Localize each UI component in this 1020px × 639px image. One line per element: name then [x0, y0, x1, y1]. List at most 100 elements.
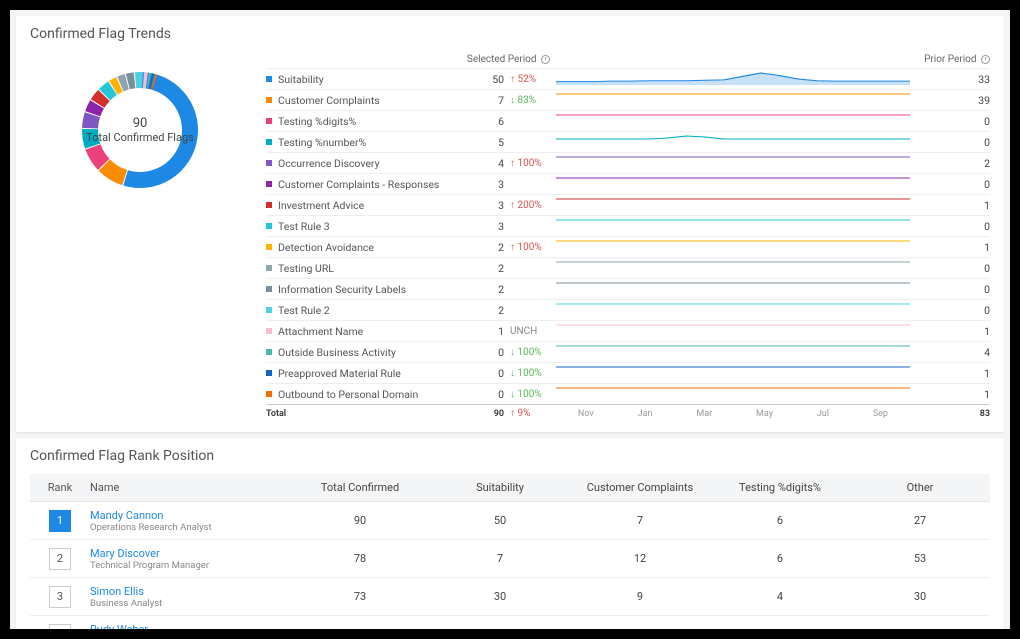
trend-name: Test Rule 2: [278, 304, 330, 317]
header-c2: Customer Complaints: [570, 481, 710, 494]
color-swatch: [266, 370, 272, 376]
trend-row[interactable]: Testing %digits%60: [266, 110, 990, 131]
trend-row[interactable]: Testing %number%50: [266, 131, 990, 152]
trend-name: Outbound to Personal Domain: [278, 388, 418, 401]
axis-label: Sep: [873, 409, 888, 419]
header-c3: Testing %digits%: [710, 481, 850, 494]
donut-chart[interactable]: 90 Total Confirmed Flags: [70, 60, 210, 200]
trends-title: Confirmed Flag Trends: [16, 16, 1004, 46]
sparkline: [556, 323, 910, 339]
rank-header-row: Rank Name Total Confirmed Suitability Cu…: [30, 474, 990, 502]
total-label: Total: [266, 409, 456, 419]
header-rank: Rank: [30, 481, 90, 494]
rank-cell-c2: 25: [570, 628, 710, 629]
trend-name: Test Rule 3: [278, 220, 330, 233]
rank-row[interactable]: 4Rudy WeberAccount Executive38225110: [30, 616, 990, 629]
trend-row[interactable]: Customer Complaints - Responses30: [266, 173, 990, 194]
prior-value: 0: [910, 115, 990, 128]
color-swatch: [266, 139, 272, 145]
axis-label: Jul: [817, 409, 829, 419]
prior-value: 1: [910, 367, 990, 380]
rank-badge[interactable]: 2: [49, 548, 71, 570]
selected-value: 1: [456, 325, 504, 338]
trend-row[interactable]: Occurrence Discovery4100%2: [266, 152, 990, 173]
header-selected: Selected Period: [456, 54, 556, 65]
rank-cell-c3: 1: [710, 628, 850, 629]
selected-value: 4: [456, 157, 504, 170]
rank-row[interactable]: 3Simon EllisBusiness Analyst73309430: [30, 578, 990, 616]
selected-value: 0: [456, 388, 504, 401]
selected-value: 2: [456, 304, 504, 317]
rank-badge[interactable]: 4: [49, 624, 71, 630]
person-name[interactable]: Simon Ellis: [90, 585, 290, 598]
axis-label: Mar: [696, 409, 712, 419]
person-name[interactable]: Rudy Weber: [90, 623, 290, 630]
total-selected: 90: [456, 409, 504, 419]
total-prior: 83: [910, 409, 990, 419]
delta-value: 52%: [504, 74, 556, 85]
rank-cell-c1: 7: [430, 552, 570, 565]
trend-row[interactable]: Outside Business Activity0100%4: [266, 341, 990, 362]
color-swatch: [266, 223, 272, 229]
color-swatch: [266, 76, 272, 82]
delta-value: 100%: [504, 347, 556, 358]
selected-value: 2: [456, 262, 504, 275]
total-delta: 9%: [504, 408, 556, 419]
delta-value: 200%: [504, 200, 556, 211]
rank-cell-c4: 53: [850, 552, 990, 565]
trend-row[interactable]: Outbound to Personal Domain 0100% 1: [266, 383, 990, 404]
sparkline: [556, 176, 910, 192]
trends-header-row: Selected Period Prior Period: [266, 54, 990, 68]
color-swatch: [266, 118, 272, 124]
rank-cell-c2: 7: [570, 514, 710, 527]
prior-value: 1: [910, 388, 990, 401]
rank-badge[interactable]: 3: [49, 586, 71, 608]
prior-value: 0: [910, 220, 990, 233]
trends-table: Selected Period Prior Period Suitability…: [266, 54, 990, 422]
trend-row[interactable]: Testing URL20: [266, 257, 990, 278]
sparkline: [556, 344, 910, 360]
delta-value: UNCH: [504, 326, 556, 337]
person-role: Business Analyst: [90, 598, 290, 609]
rank-cell-c2: 9: [570, 590, 710, 603]
trend-row[interactable]: Attachment Name1UNCH1: [266, 320, 990, 341]
trend-row[interactable]: Suitability5052%33: [266, 68, 990, 89]
header-name: Name: [90, 481, 290, 494]
delta-value: 100%: [504, 389, 556, 400]
rank-row[interactable]: 2Mary DiscoverTechnical Program Manager7…: [30, 540, 990, 578]
donut-center: 90 Total Confirmed Flags: [70, 60, 210, 200]
rank-badge[interactable]: 1: [49, 510, 71, 532]
sparkline: [556, 239, 910, 255]
trend-name: Investment Advice: [278, 199, 364, 212]
person-name[interactable]: Mandy Cannon: [90, 509, 290, 522]
selected-value: 0: [456, 367, 504, 380]
person-name[interactable]: Mary Discover: [90, 547, 290, 560]
rank-cell-c1: 2: [430, 628, 570, 629]
axis-label: May: [756, 409, 773, 419]
sparkline: [556, 281, 910, 297]
trend-row[interactable]: Customer Complaints783%39: [266, 89, 990, 110]
trend-row[interactable]: Information Security Labels20: [266, 278, 990, 299]
rank-row[interactable]: 1Mandy CannonOperations Research Analyst…: [30, 502, 990, 540]
color-swatch: [266, 349, 272, 355]
trend-row[interactable]: Preapproved Material Rule0100%1: [266, 362, 990, 383]
selected-value: 0: [456, 346, 504, 359]
header-total: Total Confirmed: [290, 481, 430, 494]
sparkline: [556, 155, 910, 171]
rank-cell-c3: 6: [710, 514, 850, 527]
delta-value: 100%: [504, 242, 556, 253]
trend-row[interactable]: Test Rule 220: [266, 299, 990, 320]
selected-value: 50: [456, 73, 504, 86]
header-prior: Prior Period: [910, 54, 990, 65]
trend-row[interactable]: Investment Advice3200%1: [266, 194, 990, 215]
color-swatch: [266, 265, 272, 271]
rank-cell-c3: 6: [710, 552, 850, 565]
prior-value: 39: [910, 94, 990, 107]
sparkline: [556, 302, 910, 318]
app-root: Confirmed Flag Trends 90 Total Confirmed…: [10, 10, 1010, 629]
trend-row[interactable]: Detection Avoidance2100%1: [266, 236, 990, 257]
trend-row[interactable]: Test Rule 330: [266, 215, 990, 236]
color-swatch: [266, 97, 272, 103]
rank-cell-total: 73: [290, 590, 430, 603]
rank-title: Confirmed Flag Rank Position: [16, 438, 1004, 468]
